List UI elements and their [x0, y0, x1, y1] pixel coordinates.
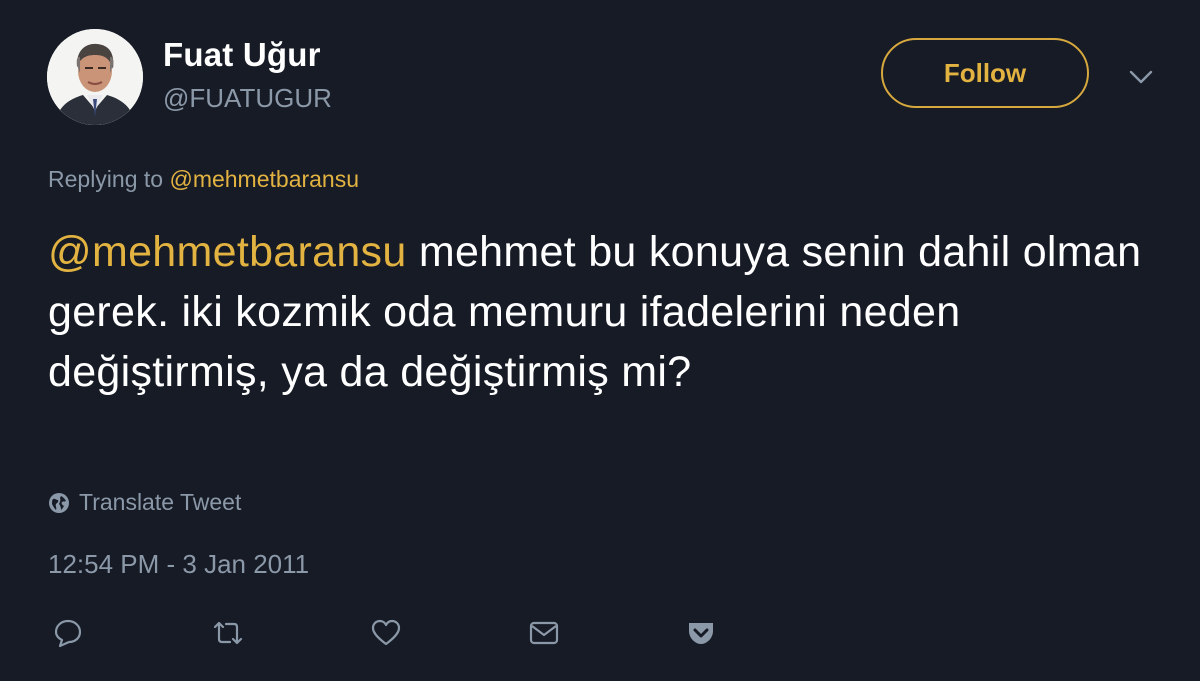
globe-icon	[49, 492, 69, 513]
translate-label: Translate Tweet	[79, 489, 242, 515]
reply-context-prefix: Replying to	[48, 166, 164, 192]
avatar[interactable]	[47, 29, 143, 125]
pocket-icon[interactable]	[685, 617, 717, 649]
tweet-text: @mehmetbaransu mehmet bu konuya senin da…	[48, 222, 1168, 402]
message-icon[interactable]	[528, 617, 560, 649]
reply-context-mention[interactable]: @mehmetbaransu	[169, 166, 359, 192]
reply-icon[interactable]	[52, 617, 84, 649]
translate-tweet-link[interactable]: Translate Tweet	[48, 489, 241, 516]
chevron-down-icon[interactable]	[1128, 64, 1154, 90]
tweet-mention-link[interactable]: @mehmetbaransu	[48, 228, 407, 276]
retweet-icon[interactable]	[212, 617, 244, 649]
user-handle[interactable]: @FUATUGUR	[163, 83, 332, 114]
user-display-name[interactable]: Fuat Uğur	[163, 36, 321, 74]
tweet-timestamp[interactable]: 12:54 PM - 3 Jan 2011	[48, 549, 309, 580]
like-icon[interactable]	[370, 617, 402, 649]
follow-button[interactable]: Follow	[881, 38, 1089, 108]
reply-context: Replying to @mehmetbaransu	[48, 166, 359, 193]
avatar-photo	[47, 29, 143, 125]
